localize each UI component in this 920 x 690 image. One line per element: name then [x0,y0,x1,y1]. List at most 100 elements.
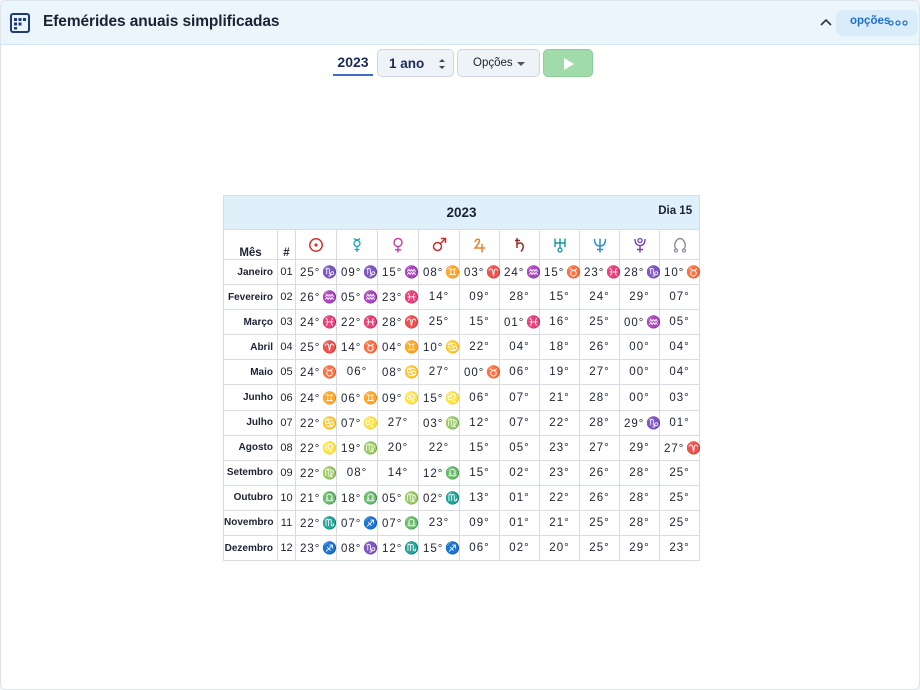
degree-value: 00° [629,341,650,354]
degree-value: 28° [509,291,530,304]
degree-value: 25° [589,542,610,555]
table-row: Outubro 10 21° ♎ 18° ♎ 05° ♍ 02° ♏ 13° 01° 22° 26° 28°… [223,484,701,511]
venus-position-cell: 20° [377,434,419,461]
degree-value: 25° [669,491,690,504]
degree-value: 22° [300,467,321,480]
node-position-cell: 25° [658,459,701,486]
degree-value: 23° [549,441,570,454]
degree-value: 28° [589,416,610,429]
column-index: # [277,229,296,260]
degree-value: 04° [382,342,403,355]
column-venus [377,229,419,260]
degree-value: 26° [589,466,610,479]
cancer-icon: ♋ [404,365,420,380]
column-saturn [499,229,540,260]
uranus-position-cell: 15° ♉ [539,258,581,286]
taurus-icon: ♉ [486,365,502,380]
neptune-position-cell: 26° [579,484,620,511]
leo-icon: ♌ [363,415,379,430]
venus-position-cell: 23° ♓ [377,284,419,311]
column-sun [295,229,337,260]
options-dropdown[interactable]: Opções [457,49,540,77]
degree-value: 15° [469,466,490,479]
degree-value: 15° [544,267,565,280]
pisces-icon: ♓ [363,315,379,330]
node-position-cell: 01° [658,409,701,436]
degree-value: 23° [584,267,605,280]
neptune-position-cell: 25° [579,509,620,537]
jupiter-icon [472,238,485,252]
mars-position-cell: 14° [418,284,460,311]
degree-value: 18° [341,492,362,505]
degree-value: 13° [469,491,490,504]
leo-icon: ♌ [445,390,461,405]
year-input[interactable]: 2023 [333,50,373,76]
month-cell: Junho [223,384,278,411]
capricorn-icon: ♑ [322,265,338,280]
month-cell: Dezembro [223,535,278,562]
degree-value: 09° [469,516,490,529]
table-row: Setembro 09 22° ♍ 08° 14° 12° ♎ 15° 02° 23° 26° 28° 2… [223,459,701,486]
pluto-position-cell: 28° [619,459,660,486]
aquarius-icon: ♒ [646,315,662,330]
sun-position-cell: 22° ♏ [295,509,338,537]
node-position-cell: 10° ♉ [658,258,701,286]
node-icon [673,237,686,253]
node-position-cell: 05° [658,309,701,336]
mars-position-cell: 15° ♐ [418,535,460,562]
degree-value: 27° [428,366,450,379]
caret-down-icon [517,62,525,66]
pluto-position-cell: 28° [619,509,660,537]
jupiter-position-cell: 09° [459,284,500,311]
table-row: Março 03 24° ♓ 22° ♓ 28° ♈ 25° 15° 01° ♓ 16° 25° 00° ♒ 0… [223,309,701,336]
table-row: Agosto 08 22° ♌ 19° ♍ 20° 22° 15° 05° 23° 27° 29° 27°… [223,434,702,461]
aries-icon: ♈ [686,440,702,455]
degree-value: 22° [428,441,450,454]
degree-value: 28° [382,317,403,330]
pluto-position-cell: 29° ♑ [619,409,661,436]
degree-value: 12° [423,467,444,480]
degree-value: 01° [669,416,690,429]
mercury-icon [353,237,361,252]
aquarius-icon: ♒ [363,290,379,305]
virgo-icon: ♍ [445,415,461,430]
degree-value: 01° [509,491,530,504]
taurus-icon: ♉ [363,340,379,355]
venus-icon [393,237,403,252]
mercury-position-cell: 06° [336,359,378,386]
node-position-cell: 25° [658,484,701,511]
mars-position-cell: 25° [418,309,460,336]
degree-value: 14° [428,291,450,304]
node-position-cell: 04° [658,334,701,361]
degree-value: 25° [300,267,321,280]
column-jupiter [459,229,500,260]
month-number-cell: 01 [277,258,296,286]
degree-value: 05° [509,441,530,454]
pluto-position-cell: 29° [619,535,660,562]
options-menu-button[interactable]: opções [836,10,918,36]
saturn-position-cell: 04° [499,334,540,361]
degree-value: 24° [504,267,525,280]
libra-icon: ♎ [322,490,338,505]
cancer-icon: ♋ [322,415,338,430]
table-row: Junho 06 24° ♊ 06° ♊ 09° ♌ 15° ♌ 06° 07° 21° 28° 00° 03… [223,384,701,411]
column-month: Mês [223,229,278,260]
neptune-icon [593,238,606,252]
pluto-position-cell: 28° [619,484,660,511]
node-position-cell: 07° [658,284,701,311]
aries-icon: ♈ [486,265,502,280]
table-year: 2023 [446,204,477,220]
venus-position-cell: 08° ♋ [377,359,420,386]
degree-value: 15° [469,441,490,454]
mercury-position-cell: 08° ♑ [336,535,378,562]
virgo-icon: ♍ [363,440,379,455]
degree-value: 23° [669,542,690,555]
sun-position-cell: 24° ♊ [295,384,337,411]
run-button[interactable] [543,49,593,77]
chevron-up-icon[interactable] [816,13,836,33]
period-select[interactable]: 1 ano [377,49,454,77]
scorpio-icon: ♏ [322,515,338,530]
more-dots-icon [888,20,908,26]
leo-icon: ♌ [404,390,420,405]
uranus-position-cell: 18° [539,334,580,361]
